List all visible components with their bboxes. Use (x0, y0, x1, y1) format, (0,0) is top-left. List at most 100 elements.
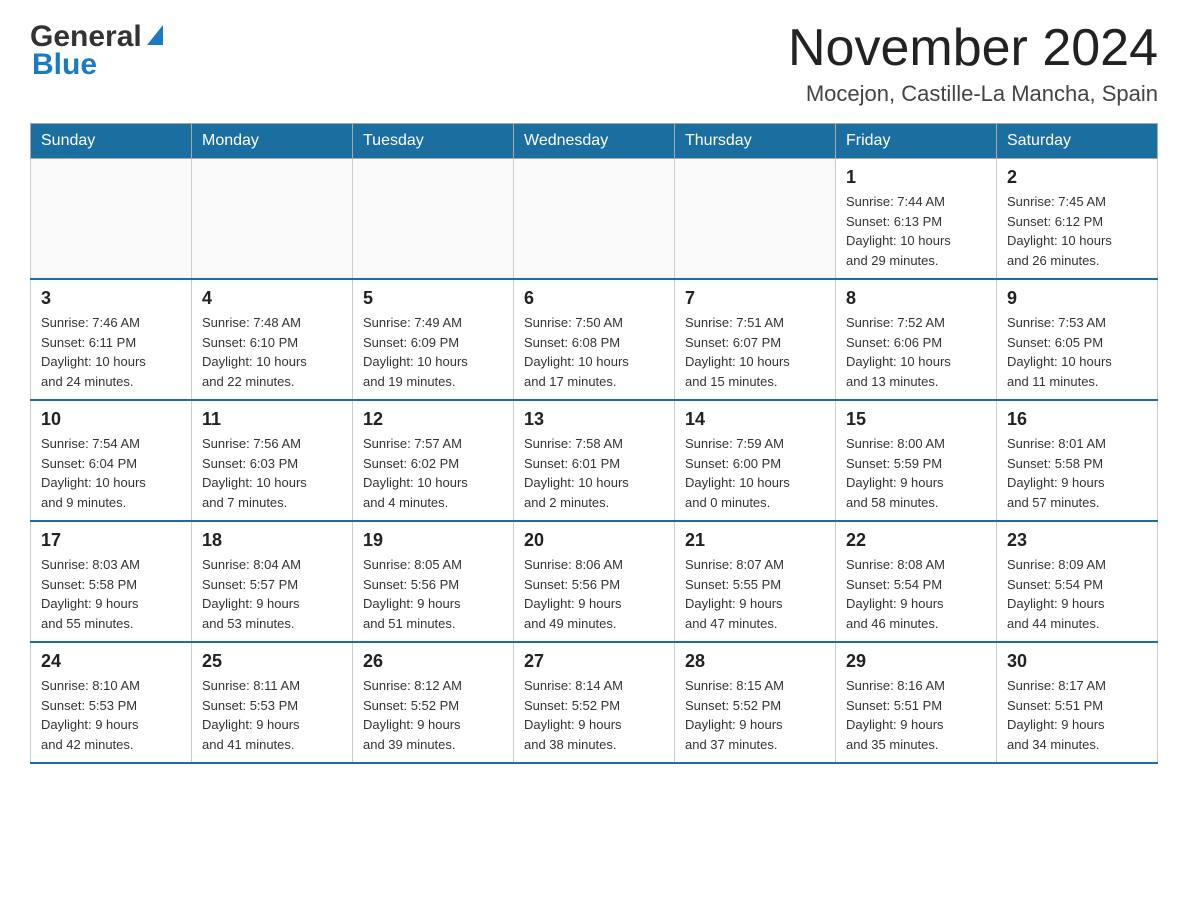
day-info: Sunrise: 8:17 AM Sunset: 5:51 PM Dayligh… (1007, 676, 1147, 754)
calendar-day-cell: 22Sunrise: 8:08 AM Sunset: 5:54 PM Dayli… (836, 521, 997, 642)
calendar-day-cell: 30 Sunrise: 8:17 AM Sunset: 5:51 PM Dayli… (997, 642, 1158, 763)
day-of-week-header: Thursday (675, 124, 836, 159)
calendar-subtitle: Mocejon, Castille-La Mancha, Spain (788, 81, 1158, 107)
day-info: Sunrise: 7:59 AM Sunset: 6:00 PM Dayligh… (685, 434, 825, 512)
day-info: Sunrise: 8:07 AM Sunset: 5:55 PM Dayligh… (685, 555, 825, 633)
day-info: Sunrise: 8:04 AM Sunset: 5:57 PM Dayligh… (202, 555, 342, 633)
calendar-day-cell: 19 Sunrise: 8:05 AM Sunset: 5:56 PM Dayli… (353, 521, 514, 642)
day-number: 11 (202, 409, 342, 430)
calendar-day-cell: 21 Sunrise: 8:07 AM Sunset: 5:55 PM Dayli… (675, 521, 836, 642)
day-info: Sunrise: 8:10 AM Sunset: 5:53 PM Dayligh… (41, 676, 181, 754)
calendar-week-row: 24 Sunrise: 8:10 AM Sunset: 5:53 PM Dayli… (31, 642, 1158, 763)
day-info: Sunrise: 7:51 AM Sunset: 6:07 PM Dayligh… (685, 313, 825, 391)
day-number: 17 (41, 530, 181, 551)
calendar-day-cell: 13 Sunrise: 7:58 AM Sunset: 6:01 PM Dayli… (514, 400, 675, 521)
day-number: 10 (41, 409, 181, 430)
day-info: Sunrise: 8:12 AM Sunset: 5:52 PM Dayligh… (363, 676, 503, 754)
calendar-week-row: 1Sunrise: 7:44 AM Sunset: 6:13 PM Daylig… (31, 159, 1158, 280)
day-number: 19 (363, 530, 503, 551)
page-header: General Blue November 2024 Mocejon, Cast… (30, 20, 1158, 107)
calendar-day-cell: 20Sunrise: 8:06 AM Sunset: 5:56 PM Dayli… (514, 521, 675, 642)
calendar-day-cell: 17Sunrise: 8:03 AM Sunset: 5:58 PM Dayli… (31, 521, 192, 642)
day-number: 3 (41, 288, 181, 309)
day-number: 9 (1007, 288, 1147, 309)
day-number: 29 (846, 651, 986, 672)
calendar-day-cell: 24 Sunrise: 8:10 AM Sunset: 5:53 PM Dayli… (31, 642, 192, 763)
calendar-day-cell: 7 Sunrise: 7:51 AM Sunset: 6:07 PM Daylig… (675, 279, 836, 400)
logo: General Blue (30, 20, 163, 82)
day-info: Sunrise: 7:46 AM Sunset: 6:11 PM Dayligh… (41, 313, 181, 391)
day-of-week-header: Monday (192, 124, 353, 159)
day-of-week-header: Friday (836, 124, 997, 159)
day-number: 13 (524, 409, 664, 430)
day-number: 23 (1007, 530, 1147, 551)
day-of-week-header: Saturday (997, 124, 1158, 159)
day-info: Sunrise: 8:09 AM Sunset: 5:54 PM Dayligh… (1007, 555, 1147, 633)
calendar-week-row: 10 Sunrise: 7:54 AM Sunset: 6:04 PM Dayli… (31, 400, 1158, 521)
calendar-day-cell: 16Sunrise: 8:01 AM Sunset: 5:58 PM Dayli… (997, 400, 1158, 521)
day-of-week-header: Wednesday (514, 124, 675, 159)
day-number: 27 (524, 651, 664, 672)
day-info: Sunrise: 7:58 AM Sunset: 6:01 PM Dayligh… (524, 434, 664, 512)
calendar-week-row: 17Sunrise: 8:03 AM Sunset: 5:58 PM Dayli… (31, 521, 1158, 642)
day-info: Sunrise: 8:00 AM Sunset: 5:59 PM Dayligh… (846, 434, 986, 512)
day-info: Sunrise: 7:44 AM Sunset: 6:13 PM Dayligh… (846, 192, 986, 270)
day-info: Sunrise: 7:49 AM Sunset: 6:09 PM Dayligh… (363, 313, 503, 391)
calendar-day-cell: 9Sunrise: 7:53 AM Sunset: 6:05 PM Daylig… (997, 279, 1158, 400)
calendar-day-cell (192, 159, 353, 280)
calendar-day-cell: 23 Sunrise: 8:09 AM Sunset: 5:54 PM Dayli… (997, 521, 1158, 642)
day-number: 12 (363, 409, 503, 430)
day-number: 16 (1007, 409, 1147, 430)
day-number: 5 (363, 288, 503, 309)
calendar-day-cell (675, 159, 836, 280)
calendar-day-cell: 3 Sunrise: 7:46 AM Sunset: 6:11 PM Daylig… (31, 279, 192, 400)
day-info: Sunrise: 7:50 AM Sunset: 6:08 PM Dayligh… (524, 313, 664, 391)
day-of-week-header: Tuesday (353, 124, 514, 159)
day-info: Sunrise: 7:45 AM Sunset: 6:12 PM Dayligh… (1007, 192, 1147, 270)
day-number: 8 (846, 288, 986, 309)
day-number: 22 (846, 530, 986, 551)
day-number: 7 (685, 288, 825, 309)
day-info: Sunrise: 7:56 AM Sunset: 6:03 PM Dayligh… (202, 434, 342, 512)
day-info: Sunrise: 8:14 AM Sunset: 5:52 PM Dayligh… (524, 676, 664, 754)
calendar-day-cell: 14 Sunrise: 7:59 AM Sunset: 6:00 PM Dayli… (675, 400, 836, 521)
calendar-title: November 2024 (788, 20, 1158, 77)
day-info: Sunrise: 8:16 AM Sunset: 5:51 PM Dayligh… (846, 676, 986, 754)
calendar-header-row: SundayMondayTuesdayWednesdayThursdayFrid… (31, 124, 1158, 159)
day-info: Sunrise: 8:05 AM Sunset: 5:56 PM Dayligh… (363, 555, 503, 633)
day-number: 4 (202, 288, 342, 309)
calendar-day-cell: 12Sunrise: 7:57 AM Sunset: 6:02 PM Dayli… (353, 400, 514, 521)
day-number: 26 (363, 651, 503, 672)
day-number: 15 (846, 409, 986, 430)
calendar-day-cell: 29 Sunrise: 8:16 AM Sunset: 5:51 PM Dayli… (836, 642, 997, 763)
calendar-day-cell (353, 159, 514, 280)
day-number: 30 (1007, 651, 1147, 672)
day-number: 28 (685, 651, 825, 672)
day-info: Sunrise: 8:15 AM Sunset: 5:52 PM Dayligh… (685, 676, 825, 754)
day-number: 2 (1007, 167, 1147, 188)
day-of-week-header: Sunday (31, 124, 192, 159)
day-number: 25 (202, 651, 342, 672)
calendar-week-row: 3 Sunrise: 7:46 AM Sunset: 6:11 PM Daylig… (31, 279, 1158, 400)
calendar-day-cell: 5 Sunrise: 7:49 AM Sunset: 6:09 PM Daylig… (353, 279, 514, 400)
day-number: 24 (41, 651, 181, 672)
calendar-day-cell: 2 Sunrise: 7:45 AM Sunset: 6:12 PM Daylig… (997, 159, 1158, 280)
calendar-day-cell: 4Sunrise: 7:48 AM Sunset: 6:10 PM Daylig… (192, 279, 353, 400)
day-number: 18 (202, 530, 342, 551)
logo-triangle-icon (145, 19, 163, 53)
calendar-day-cell: 27 Sunrise: 8:14 AM Sunset: 5:52 PM Dayli… (514, 642, 675, 763)
calendar-day-cell: 8 Sunrise: 7:52 AM Sunset: 6:06 PM Daylig… (836, 279, 997, 400)
day-number: 21 (685, 530, 825, 551)
calendar-day-cell (31, 159, 192, 280)
calendar-day-cell: 15 Sunrise: 8:00 AM Sunset: 5:59 PM Dayli… (836, 400, 997, 521)
day-number: 6 (524, 288, 664, 309)
calendar-day-cell: 6 Sunrise: 7:50 AM Sunset: 6:08 PM Daylig… (514, 279, 675, 400)
calendar-table: SundayMondayTuesdayWednesdayThursdayFrid… (30, 123, 1158, 764)
day-number: 14 (685, 409, 825, 430)
day-info: Sunrise: 7:54 AM Sunset: 6:04 PM Dayligh… (41, 434, 181, 512)
day-info: Sunrise: 8:11 AM Sunset: 5:53 PM Dayligh… (202, 676, 342, 754)
day-info: Sunrise: 7:52 AM Sunset: 6:06 PM Dayligh… (846, 313, 986, 391)
calendar-day-cell: 10 Sunrise: 7:54 AM Sunset: 6:04 PM Dayli… (31, 400, 192, 521)
calendar-day-cell: 28 Sunrise: 8:15 AM Sunset: 5:52 PM Dayli… (675, 642, 836, 763)
logo-blue-text: Blue (32, 48, 97, 81)
